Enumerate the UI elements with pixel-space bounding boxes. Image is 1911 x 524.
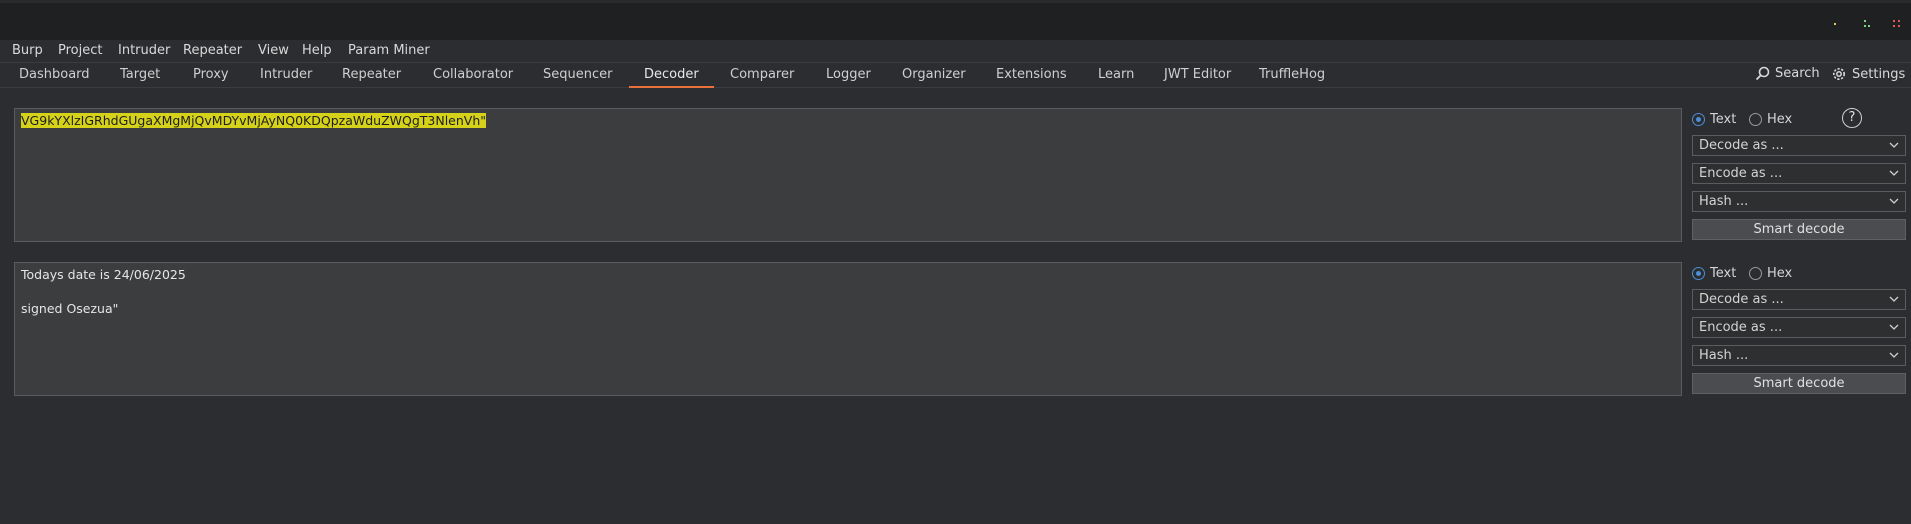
tab-proxy[interactable]: Proxy bbox=[193, 67, 229, 82]
panel2-hash-label: Hash ... bbox=[1699, 348, 1749, 363]
tab-collaborator[interactable]: Collaborator bbox=[433, 67, 513, 82]
search-icon bbox=[1755, 66, 1770, 81]
search-label: Search bbox=[1775, 66, 1820, 81]
panel1-decode-label: Decode as ... bbox=[1699, 138, 1784, 153]
chevron-down-icon bbox=[1889, 170, 1899, 176]
tab-organizer[interactable]: Organizer bbox=[902, 67, 966, 82]
radio-selected-icon[interactable] bbox=[1692, 112, 1705, 126]
help-icon[interactable]: ? bbox=[1842, 108, 1862, 128]
output-editor[interactable]: Todays date is 24/06/2025 signed Osezua" bbox=[14, 262, 1682, 396]
input-editor[interactable]: VG9kYXlzIGRhdGUgaXMgMjQvMDYvMjAyNQ0KDQpz… bbox=[14, 108, 1682, 242]
window-titlebar bbox=[0, 0, 1911, 40]
chevron-down-icon bbox=[1889, 324, 1899, 330]
panel1-decode-dropdown[interactable]: Decode as ... bbox=[1692, 135, 1906, 156]
chevron-down-icon bbox=[1889, 142, 1899, 148]
tab-repeater[interactable]: Repeater bbox=[342, 67, 401, 82]
tab-logger[interactable]: Logger bbox=[826, 67, 871, 82]
panel1-smart-decode-button[interactable]: Smart decode bbox=[1692, 219, 1906, 240]
panel2-decode-dropdown[interactable]: Decode as ... bbox=[1692, 289, 1906, 310]
panel1-text-option[interactable]: Text bbox=[1692, 110, 1736, 128]
output-line-3: signed Osezua" bbox=[21, 301, 119, 316]
tab-learn[interactable]: Learn bbox=[1098, 67, 1134, 82]
minimize-icon[interactable] bbox=[1828, 17, 1842, 31]
close-icon[interactable] bbox=[1890, 17, 1904, 31]
panel1-hex-option[interactable]: Hex bbox=[1749, 110, 1792, 128]
menu-project[interactable]: Project bbox=[58, 43, 102, 58]
menu-help[interactable]: Help bbox=[302, 43, 332, 58]
panel2-controls: Text Hex Decode as ... Encode as ... Has… bbox=[1692, 262, 1906, 396]
gear-icon bbox=[1833, 68, 1845, 80]
tab-jwt-editor[interactable]: JWT Editor bbox=[1164, 67, 1231, 82]
menu-repeater[interactable]: Repeater bbox=[183, 43, 242, 58]
radio-unselected-icon[interactable] bbox=[1749, 112, 1762, 126]
panel1-hash-dropdown[interactable]: Hash ... bbox=[1692, 191, 1906, 212]
panel2-hex-label: Hex bbox=[1767, 265, 1793, 281]
tab-extensions[interactable]: Extensions bbox=[996, 67, 1067, 82]
tab-intruder[interactable]: Intruder bbox=[260, 67, 312, 82]
selected-encoded-text: VG9kYXlzIGRhdGUgaXMgMjQvMDYvMjAyNQ0KDQpz… bbox=[21, 113, 487, 128]
maximize-icon[interactable] bbox=[1860, 17, 1874, 31]
chevron-down-icon bbox=[1889, 352, 1899, 358]
settings-label: Settings bbox=[1852, 66, 1906, 82]
tab-dashboard[interactable]: Dashboard bbox=[19, 67, 90, 82]
panel2-text-label: Text bbox=[1710, 265, 1737, 281]
panel2-smart-decode-button[interactable]: Smart decode bbox=[1692, 373, 1906, 394]
panel2-encode-dropdown[interactable]: Encode as ... bbox=[1692, 317, 1906, 338]
chevron-down-icon bbox=[1889, 198, 1899, 204]
output-line-1: Todays date is 24/06/2025 bbox=[21, 267, 186, 282]
panel1-controls: Text Hex ? Decode as ... Encode as ... H… bbox=[1692, 108, 1906, 242]
panel2-hash-dropdown[interactable]: Hash ... bbox=[1692, 345, 1906, 366]
chevron-down-icon bbox=[1889, 296, 1899, 302]
tab-decoder[interactable]: Decoder bbox=[644, 67, 699, 82]
panel1-hash-label: Hash ... bbox=[1699, 194, 1749, 209]
active-tab-indicator bbox=[629, 86, 714, 88]
menu-bar: Burp Project Intruder Repeater View Help… bbox=[0, 40, 1911, 62]
panel2-encode-label: Encode as ... bbox=[1699, 320, 1783, 335]
menu-view[interactable]: View bbox=[258, 43, 289, 58]
tab-target[interactable]: Target bbox=[120, 67, 160, 82]
panel1-encode-dropdown[interactable]: Encode as ... bbox=[1692, 163, 1906, 184]
search-button[interactable]: Search bbox=[1755, 66, 1820, 81]
panel2-decode-label: Decode as ... bbox=[1699, 292, 1784, 307]
radio-unselected-icon[interactable] bbox=[1749, 266, 1762, 280]
settings-button[interactable]: Settings bbox=[1831, 66, 1905, 82]
menu-param-miner[interactable]: Param Miner bbox=[348, 43, 430, 58]
panel1-encode-label: Encode as ... bbox=[1699, 166, 1783, 181]
panel1-text-label: Text bbox=[1710, 111, 1737, 127]
panel1-hex-label: Hex bbox=[1767, 111, 1793, 127]
menu-burp[interactable]: Burp bbox=[12, 43, 43, 58]
panel2-text-option[interactable]: Text bbox=[1692, 264, 1736, 282]
output-line-2 bbox=[21, 283, 1675, 300]
tab-comparer[interactable]: Comparer bbox=[730, 67, 794, 82]
radio-selected-icon[interactable] bbox=[1692, 266, 1705, 280]
menu-intruder[interactable]: Intruder bbox=[118, 43, 170, 58]
panel2-hex-option[interactable]: Hex bbox=[1749, 264, 1792, 282]
tab-trufflehog[interactable]: TruffleHog bbox=[1259, 67, 1325, 82]
tab-sequencer[interactable]: Sequencer bbox=[543, 67, 612, 82]
tool-tab-bar: Dashboard Target Proxy Intruder Repeater… bbox=[0, 62, 1911, 88]
